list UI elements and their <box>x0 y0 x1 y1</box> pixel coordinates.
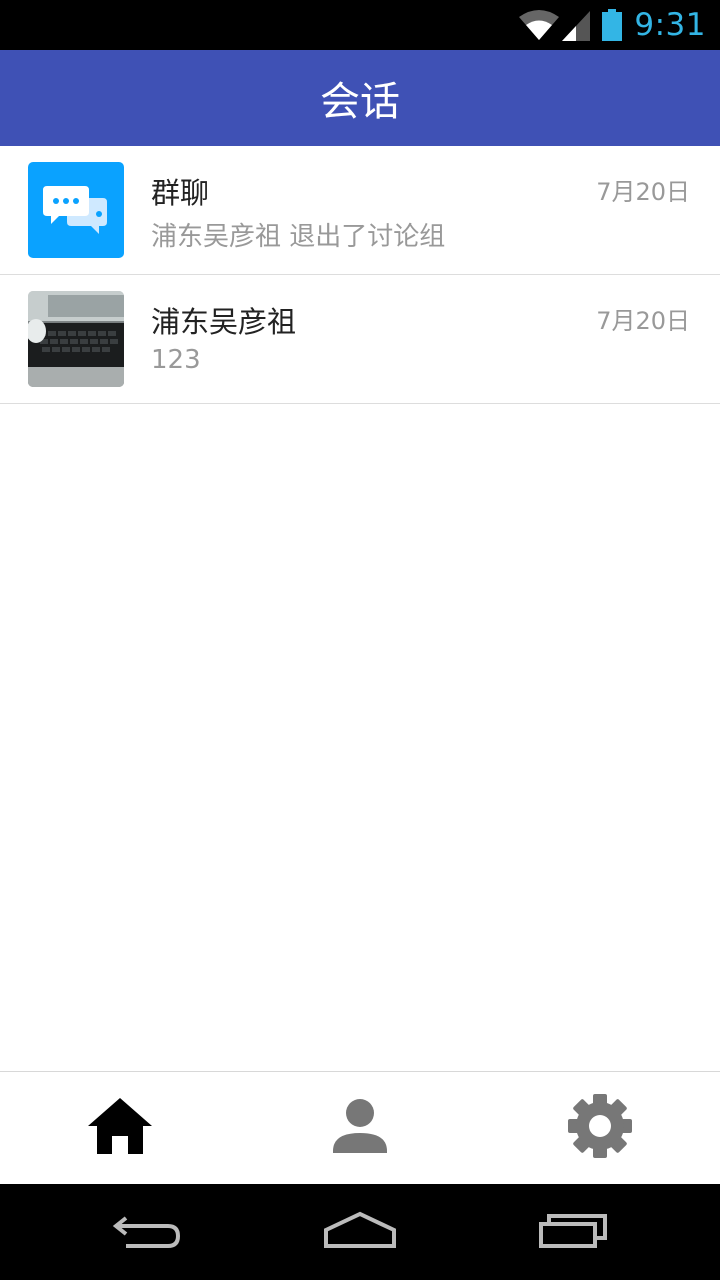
tab-contacts[interactable] <box>240 1072 480 1184</box>
tab-settings[interactable] <box>480 1072 720 1184</box>
conversation-list: 群聊 浦东吴彦祖 退出了讨论组 7月20日 浦东吴彦祖 123 7月20日 <box>0 146 720 404</box>
person-icon <box>331 1097 389 1159</box>
conversation-time: 7月20日 <box>596 178 690 206</box>
app-bar: 会话 <box>0 50 720 146</box>
back-icon <box>112 1210 182 1254</box>
page-title: 会话 <box>320 79 400 125</box>
back-button[interactable] <box>87 1184 207 1280</box>
tab-home[interactable] <box>0 1072 240 1184</box>
conversation-preview: 123 <box>151 345 201 375</box>
photo-avatar <box>28 291 124 387</box>
recent-apps-button[interactable] <box>513 1184 633 1280</box>
system-navigation-bar <box>0 1184 720 1280</box>
home-icon <box>86 1096 154 1160</box>
clock: 9:31 <box>634 7 706 43</box>
gear-icon <box>566 1092 634 1164</box>
status-bar: 9:31 <box>0 0 720 50</box>
conversation-time: 7月20日 <box>596 307 690 335</box>
home-button-icon <box>322 1210 398 1254</box>
home-button[interactable] <box>300 1184 420 1280</box>
conversation-preview: 浦东吴彦祖 退出了讨论组 <box>151 222 446 252</box>
status-icons: 9:31 <box>518 0 720 50</box>
conversation-name: 浦东吴彦祖 <box>151 305 297 339</box>
conversation-item[interactable]: 浦东吴彦祖 123 7月20日 <box>0 275 720 404</box>
wifi-icon <box>518 9 560 41</box>
bottom-nav <box>0 1071 720 1184</box>
conversation-name: 群聊 <box>151 176 210 210</box>
battery-icon <box>602 9 623 41</box>
conversation-item[interactable]: 群聊 浦东吴彦祖 退出了讨论组 7月20日 <box>0 146 720 275</box>
cell-signal-icon <box>562 9 592 41</box>
recent-apps-icon <box>537 1210 609 1254</box>
group-chat-icon <box>28 162 124 258</box>
